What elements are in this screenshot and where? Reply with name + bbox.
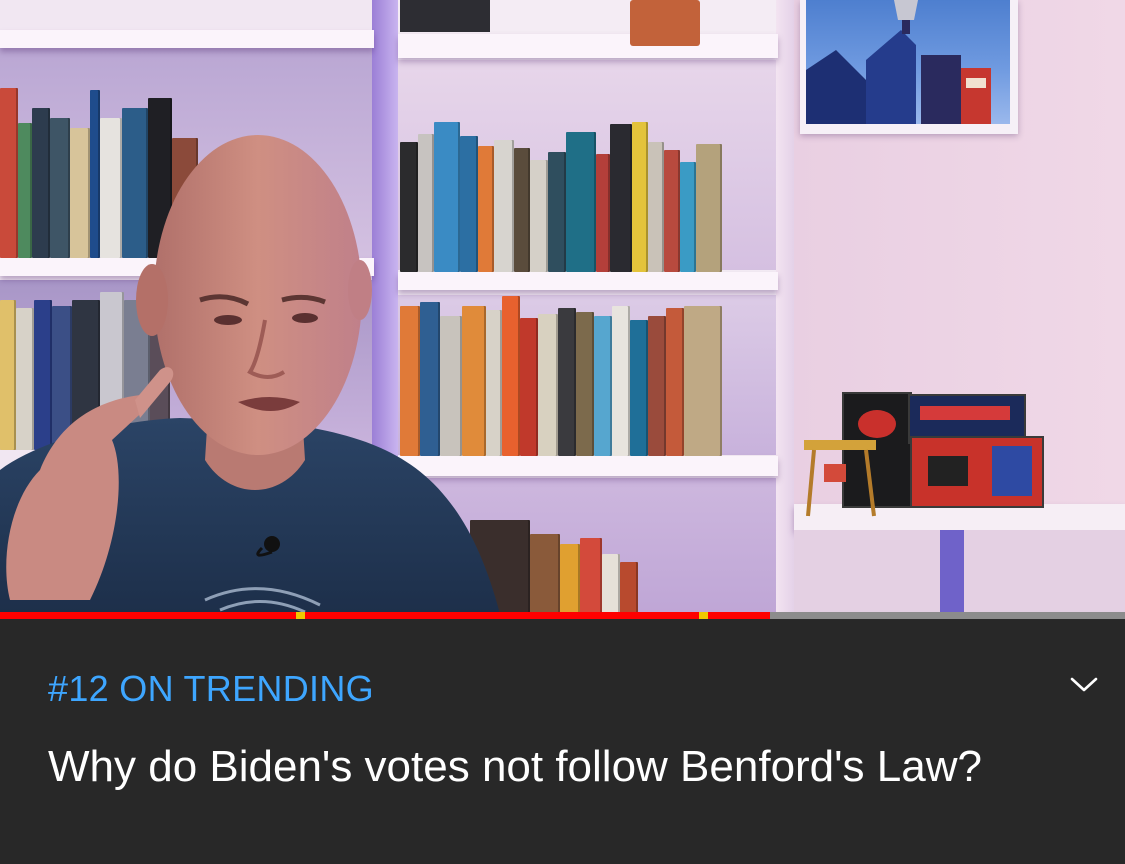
chapter-marker: [295, 612, 305, 619]
toy-box-red: [910, 436, 1044, 508]
trending-badge[interactable]: #12 ON TRENDING: [48, 671, 374, 707]
progress-played: [0, 612, 770, 619]
shelf-side: [776, 0, 794, 614]
video-player[interactable]: [0, 0, 1125, 614]
chapter-marker: [698, 612, 708, 619]
chevron-down-icon: [1070, 677, 1098, 692]
decor-box: [630, 0, 700, 46]
toy-figure: [794, 436, 886, 520]
video-title[interactable]: Why do Biden's votes not follow Benford'…: [48, 736, 1008, 798]
progress-bar[interactable]: [0, 612, 1125, 619]
presenter: [0, 0, 520, 614]
video-info-panel: #12 ON TRENDING Why do Biden's votes not…: [0, 619, 1125, 864]
wall-poster: [800, 0, 1018, 134]
low-cabinet-gap: [940, 530, 964, 614]
expand-description-button[interactable]: [1060, 665, 1108, 705]
